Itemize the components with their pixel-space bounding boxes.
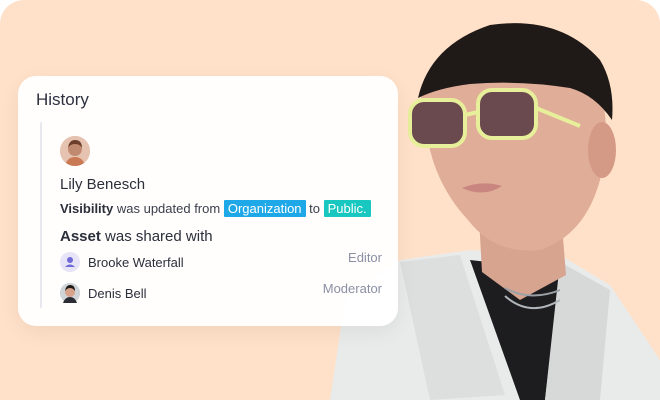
user-role[interactable]: Editor [348, 250, 382, 265]
visibility-change: Visibility was updated from Organization… [60, 200, 371, 217]
change-field: Visibility [60, 201, 114, 216]
shared-subject: Asset [60, 228, 101, 245]
author-avatar[interactable] [60, 136, 90, 166]
to-tag: Public. [323, 200, 371, 217]
shared-heading: Asset was shared with [60, 228, 213, 245]
change-text: was updated from [116, 201, 221, 216]
user-name: Brooke Waterfall [88, 255, 184, 270]
card-title: History [36, 90, 89, 109]
timeline-line [40, 122, 42, 308]
user-icon [60, 252, 80, 272]
author-name: Lily Benesch [60, 176, 146, 193]
photo-avatar [60, 283, 80, 303]
shared-user-row[interactable]: Denis Bell Moderator [60, 281, 382, 307]
change-connector: to [309, 201, 321, 216]
author-photo-avatar [60, 136, 90, 166]
screen: History Lily Benesch Visibility was upda… [0, 0, 660, 400]
history-card: History Lily Benesch Visibility was upda… [18, 76, 398, 326]
shared-text: was shared with [105, 228, 213, 245]
user-role[interactable]: Moderator [323, 281, 382, 296]
from-tag: Organization [223, 200, 306, 217]
shared-user-row[interactable]: Brooke Waterfall Editor [60, 250, 382, 276]
user-name: Denis Bell [88, 286, 147, 301]
